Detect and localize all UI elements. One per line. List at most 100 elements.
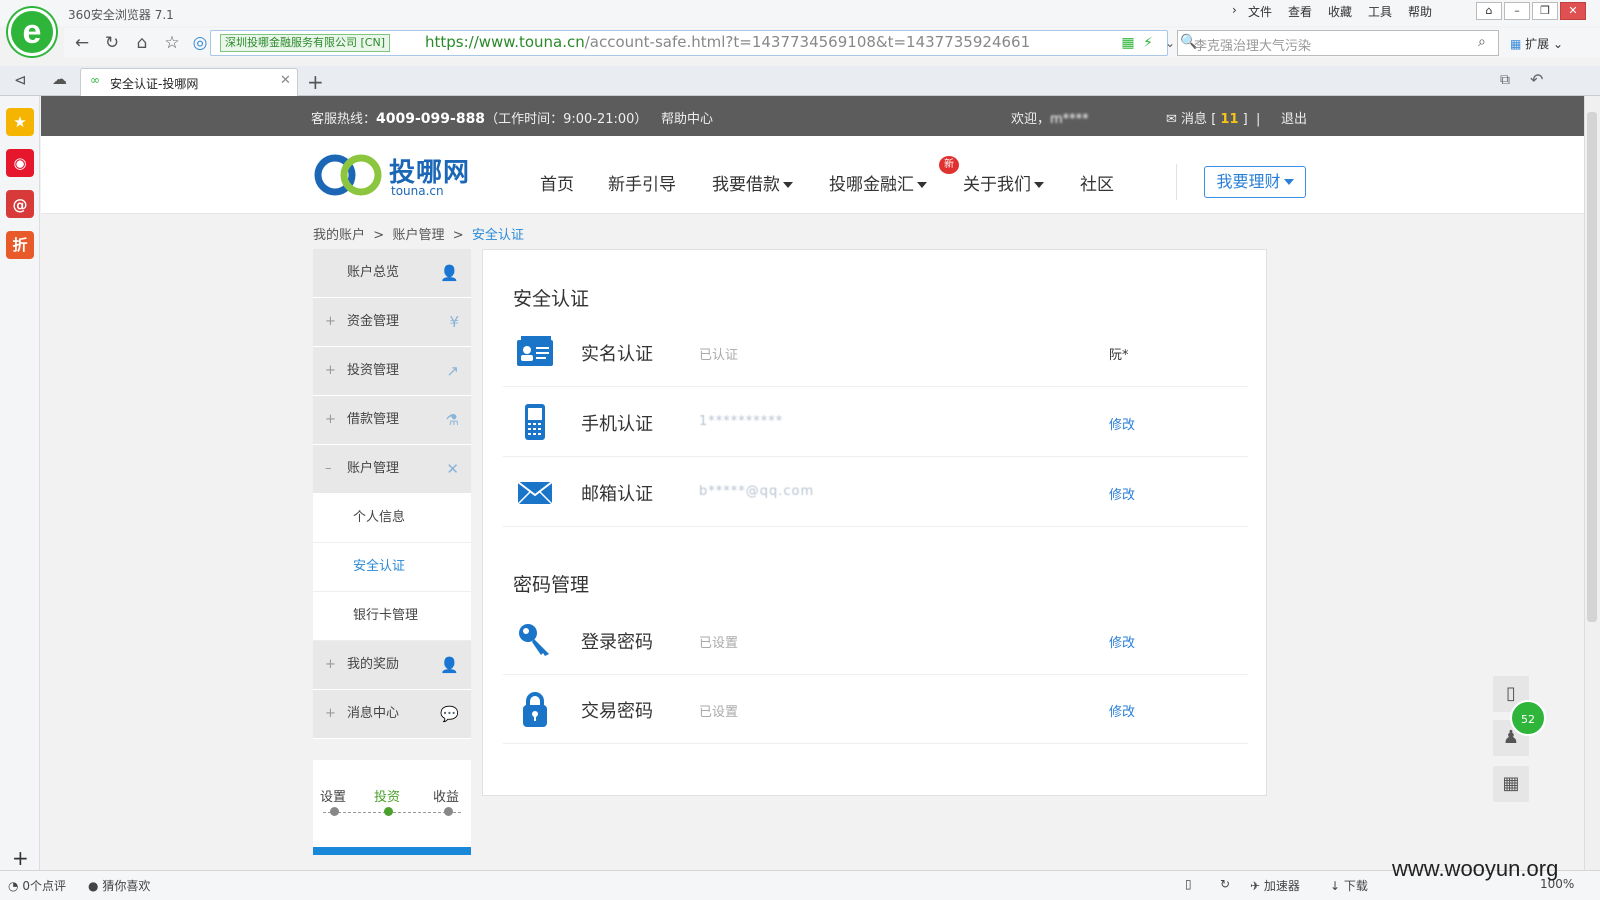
sidebar-item-funds[interactable]: + 资金管理 ¥ <box>313 298 471 347</box>
edit-login-password-link[interactable]: 修改 <box>1109 632 1135 651</box>
url-text[interactable]: https://www.touna.cn/account-safe.html?t… <box>425 33 1030 51</box>
username[interactable]: m**** <box>1050 112 1089 127</box>
favorites-icon[interactable]: ★ <box>6 108 34 136</box>
lock-icon <box>523 692 547 727</box>
close-window-button[interactable]: ✕ <box>1560 2 1586 20</box>
sidebar-item-overview[interactable]: 账户总览 👤 <box>313 249 471 298</box>
nav-borrow[interactable]: 我要借款 <box>712 170 793 195</box>
cloud-icon[interactable]: ☁ <box>52 70 67 88</box>
yuan-icon: ¥ <box>449 313 459 331</box>
download-icon: ↓ <box>1330 879 1341 893</box>
site-header: 投哪网 touna.cn 首页 新手引导 我要借款 投哪金融汇 新 关于我们 社… <box>41 136 1584 214</box>
accelerator-button[interactable]: ✈ 加速器 <box>1250 877 1300 894</box>
collapse-icon: – <box>325 461 332 476</box>
logout-link[interactable]: 退出 <box>1281 108 1307 127</box>
nav-divider <box>1176 164 1177 200</box>
weibo-icon[interactable]: ◉ <box>6 149 34 177</box>
messages-link[interactable]: ✉ 消息 [ 11 ] | <box>1166 108 1260 127</box>
sidebar-item-messages[interactable]: + 消息中心 💬 <box>313 690 471 739</box>
bookmark-star-icon[interactable]: ☆ <box>160 32 184 54</box>
security-shield-icon[interactable]: ◎ <box>188 32 212 54</box>
brand-logo-icon[interactable] <box>313 152 383 198</box>
skin-button[interactable]: ⌂ <box>1476 2 1502 20</box>
rail-add-icon[interactable]: + <box>12 846 29 870</box>
mail-icon[interactable]: @ <box>6 190 34 218</box>
help-center-link[interactable]: 帮助中心 <box>661 108 713 127</box>
nav-beginner-guide[interactable]: 新手引导 <box>608 170 676 195</box>
step-dot-current <box>384 807 393 816</box>
new-tab-button[interactable]: + <box>307 70 324 94</box>
nav-finance-club[interactable]: 投哪金融汇 <box>829 170 927 195</box>
expand-icon: + <box>325 363 336 378</box>
reviews-label: 0个点评 <box>22 879 66 893</box>
menu-chevron-icon[interactable]: › <box>1232 3 1237 17</box>
section-title-security: 安全认证 <box>513 288 590 310</box>
account-sidebar: 账户总览 👤 + 资金管理 ¥ + 投资管理 ↗ + 借款管理 ⚗ – 账户管理 ✕ 个人信息 安… <box>313 249 471 739</box>
id-card-icon <box>517 336 553 366</box>
turbo-icon[interactable]: ⚡ <box>1136 32 1160 54</box>
edit-trade-password-link[interactable]: 修改 <box>1109 701 1135 720</box>
step-setup: 设置 <box>320 790 347 805</box>
sidebar-item-investments[interactable]: + 投资管理 ↗ <box>313 347 471 396</box>
tab-close-icon[interactable]: ✕ <box>280 73 291 88</box>
sidebar-item-label: 账户管理 <box>347 461 400 476</box>
row-name: 实名认证 <box>581 344 653 365</box>
realname-value: 阮* <box>1109 348 1129 363</box>
mobile-icon[interactable]: ▯ <box>1185 877 1192 891</box>
sidebar-item-label: 投资管理 <box>347 363 400 378</box>
qrcode-icon[interactable]: ▦ <box>1493 766 1529 802</box>
url-path: /account-safe.html?t=1437734569108&t=143… <box>584 33 1031 51</box>
rocket-icon: ✈ <box>1250 879 1261 893</box>
nav-home[interactable]: 首页 <box>540 170 574 195</box>
scrollbar-thumb[interactable] <box>1587 112 1597 622</box>
breadcrumb-my-account[interactable]: 我的账户 <box>313 228 365 243</box>
extensions-button[interactable]: ▦ 扩展 ⌄ <box>1510 35 1563 52</box>
invest-dropdown-button[interactable]: 我要理财 <box>1204 166 1306 198</box>
url-host: https://www.touna.cn <box>425 33 585 51</box>
menu-file[interactable]: 文件 <box>1248 3 1272 20</box>
sidebar-item-label: 我的奖励 <box>347 657 400 672</box>
ssl-cert-badge[interactable]: 深圳投哪金融服务有限公司 [CN] <box>220 34 390 52</box>
restore-tabs-icon[interactable]: ⧉ <box>1500 72 1510 88</box>
sidebar-toggle-icon[interactable]: ⊲ <box>14 71 27 89</box>
back-icon[interactable]: ← <box>70 32 94 54</box>
edit-email-link[interactable]: 修改 <box>1109 484 1135 503</box>
menu-help[interactable]: 帮助 <box>1408 3 1432 20</box>
sidebar-item-account-mgmt[interactable]: – 账户管理 ✕ <box>313 445 471 494</box>
chart-icon: ↗ <box>446 362 459 380</box>
browser-logo-icon[interactable]: e <box>8 8 56 56</box>
row-name: 邮箱认证 <box>581 484 653 505</box>
phone-icon <box>525 404 545 440</box>
hotline: 客服热线：4009-099-888（工作时间：9:00-21:00） <box>311 108 647 127</box>
refresh-status-icon[interactable]: ↻ <box>1220 877 1230 891</box>
sidebar-item-label: 消息中心 <box>347 706 400 721</box>
section-title-password: 密码管理 <box>513 574 590 596</box>
maximize-button[interactable]: ❐ <box>1532 2 1558 20</box>
speed-ball[interactable]: 52 <box>1510 700 1546 736</box>
key-icon <box>519 624 549 656</box>
sidebar-subitem-personal-info[interactable]: 个人信息 <box>313 494 471 543</box>
sidebar-item-loans[interactable]: + 借款管理 ⚗ <box>313 396 471 445</box>
phone-masked-value: 1********** <box>699 414 784 429</box>
download-button[interactable]: ↓ 下载 <box>1330 877 1368 894</box>
undo-close-icon[interactable]: ↶ <box>1530 70 1543 89</box>
breadcrumb-account-mgmt[interactable]: 账户管理 <box>392 228 444 243</box>
menu-tools[interactable]: 工具 <box>1368 3 1392 20</box>
discount-icon[interactable]: 折 <box>6 231 34 259</box>
minimize-button[interactable]: – <box>1504 2 1530 20</box>
refresh-icon[interactable]: ↻ <box>100 32 124 54</box>
status-bar: ◔ 0个点评 ● 猜你喜欢 ▯ ↻ ✈ 加速器 ↓ 下载 100% <box>0 870 1600 900</box>
onboarding-progress: 设置 投资 收益 <box>313 760 471 855</box>
nav-about[interactable]: 关于我们 <box>963 170 1044 195</box>
sidebar-subitem-bank-cards[interactable]: 银行卡管理 <box>313 592 471 641</box>
menu-favorites[interactable]: 收藏 <box>1328 3 1352 20</box>
home-icon[interactable]: ⌂ <box>130 32 154 54</box>
nav-community[interactable]: 社区 <box>1080 170 1114 195</box>
sidebar-item-rewards[interactable]: + 我的奖励 👤 <box>313 641 471 690</box>
search-icon[interactable]: ⌕ <box>1478 34 1486 50</box>
edit-phone-link[interactable]: 修改 <box>1109 414 1135 433</box>
sidebar-subitem-security[interactable]: 安全认证 <box>313 543 471 592</box>
menu-view[interactable]: 查看 <box>1288 3 1312 20</box>
recommend-status[interactable]: ● 猜你喜欢 <box>88 877 150 894</box>
reviews-status[interactable]: ◔ 0个点评 <box>8 877 66 894</box>
